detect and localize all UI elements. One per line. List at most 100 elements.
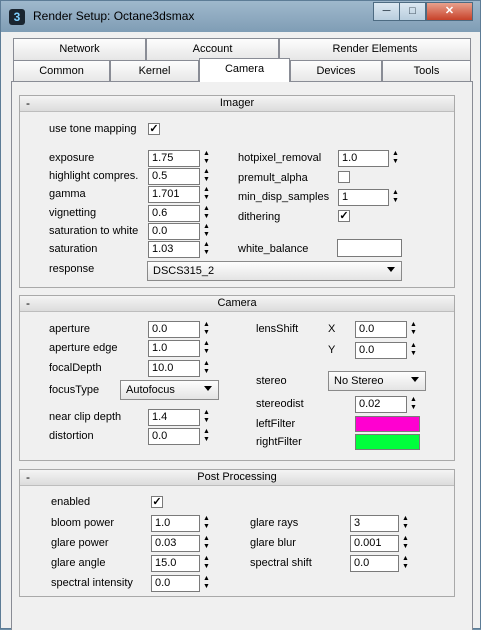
enabled-checkbox[interactable]: ✓ bbox=[151, 496, 163, 508]
stereo-dropdown[interactable]: No Stereo bbox=[328, 371, 426, 391]
spinner-arrows-icon[interactable]: ▲ ▼ bbox=[201, 186, 212, 203]
tab-common[interactable]: Common bbox=[13, 60, 110, 82]
aperture-edge-spinner[interactable]: 1.0 ▲ ▼ bbox=[148, 340, 210, 357]
focal-depth-label: focalDepth bbox=[49, 362, 102, 374]
near-clip-depth-label: near clip depth bbox=[49, 411, 122, 423]
highlight-compres-label: highlight compres. bbox=[49, 170, 139, 182]
spinner-arrows-icon[interactable]: ▲ ▼ bbox=[408, 321, 419, 338]
hotpixel-removal-spinner[interactable]: 1.0 ▲ ▼ bbox=[338, 150, 399, 167]
spectral-shift-label: spectral shift bbox=[250, 557, 312, 569]
spinner-arrows-icon[interactable]: ▲ ▼ bbox=[201, 409, 212, 426]
spinner-arrows-icon[interactable]: ▲ ▼ bbox=[201, 340, 212, 357]
spinner-arrows-icon[interactable]: ▲ ▼ bbox=[201, 150, 212, 167]
camera-rollout-header[interactable]: - Camera bbox=[20, 296, 454, 312]
saturation-to-white-spinner[interactable]: 0.0 ▲ ▼ bbox=[148, 223, 210, 240]
left-filter-color-swatch[interactable] bbox=[355, 416, 420, 432]
spinner-arrows-icon[interactable]: ▲ ▼ bbox=[408, 342, 419, 359]
highlight-compres-spinner[interactable]: 0.5 ▲ ▼ bbox=[148, 168, 210, 185]
spinner-arrows-icon[interactable]: ▲ ▼ bbox=[201, 205, 212, 222]
use-tone-mapping-checkbox[interactable]: ✓ bbox=[148, 123, 160, 135]
spinner-arrows-icon[interactable]: ▲ ▼ bbox=[201, 360, 212, 377]
close-icon: ✕ bbox=[444, 5, 455, 17]
glare-power-spinner[interactable]: 0.03 ▲ ▼ bbox=[151, 535, 210, 552]
spinner-arrows-icon[interactable]: ▲ ▼ bbox=[201, 535, 212, 552]
minimize-button[interactable]: ─ bbox=[373, 2, 400, 21]
min-disp-samples-label: min_disp_samples bbox=[238, 191, 330, 203]
focus-type-dropdown[interactable]: Autofocus bbox=[120, 380, 219, 400]
spinner-arrows-icon[interactable]: ▲ ▼ bbox=[201, 223, 212, 240]
exposure-label: exposure bbox=[49, 152, 95, 164]
glare-angle-spinner[interactable]: 15.0 ▲ ▼ bbox=[151, 555, 210, 572]
tab-kernel[interactable]: Kernel bbox=[110, 60, 199, 82]
premult-alpha-label: premult_alpha bbox=[238, 172, 308, 184]
left-filter-label: leftFilter bbox=[256, 418, 296, 430]
camera-title: Camera bbox=[217, 297, 257, 309]
tab-account[interactable]: Account bbox=[146, 38, 279, 60]
lens-shift-y-label: Y bbox=[328, 344, 336, 356]
min-disp-samples-spinner[interactable]: 1 ▲ ▼ bbox=[338, 189, 399, 206]
tab-network[interactable]: Network bbox=[13, 38, 146, 60]
enabled-label: enabled bbox=[51, 496, 91, 508]
focal-depth-spinner[interactable]: 10.0 ▲ ▼ bbox=[148, 360, 210, 377]
saturation-spinner[interactable]: 1.03 ▲ ▼ bbox=[148, 241, 210, 258]
close-button[interactable]: ✕ bbox=[426, 2, 473, 21]
use-tone-mapping-label: use tone mapping bbox=[49, 123, 137, 135]
spinner-arrows-icon[interactable]: ▲ ▼ bbox=[390, 150, 401, 167]
spinner-arrows-icon[interactable]: ▲ ▼ bbox=[201, 515, 212, 532]
window-title: Render Setup: Octane3dsmax bbox=[33, 9, 195, 23]
focus-type-label: focusType bbox=[49, 384, 100, 396]
exposure-spinner[interactable]: 1.75 ▲ ▼ bbox=[148, 150, 210, 167]
glare-power-label: glare power bbox=[51, 537, 109, 549]
gamma-spinner[interactable]: 1.701 ▲ ▼ bbox=[148, 186, 210, 203]
distortion-label: distortion bbox=[49, 430, 94, 442]
spinner-arrows-icon[interactable]: ▲ ▼ bbox=[408, 396, 419, 413]
3dsmax-app-icon: 3 bbox=[9, 9, 25, 25]
post-processing-rollout-header[interactable]: - Post Processing bbox=[20, 470, 454, 486]
chevron-down-icon bbox=[387, 267, 395, 272]
glare-blur-spinner[interactable]: 0.001 ▲ ▼ bbox=[350, 535, 409, 552]
stereo-label: stereo bbox=[256, 375, 287, 387]
spinner-arrows-icon[interactable]: ▲ ▼ bbox=[201, 168, 212, 185]
spinner-arrows-icon[interactable]: ▲ ▼ bbox=[201, 575, 212, 592]
lens-shift-x-spinner[interactable]: 0.0 ▲ ▼ bbox=[355, 321, 417, 338]
aperture-spinner[interactable]: 0.0 ▲ ▼ bbox=[148, 321, 210, 338]
right-filter-label: rightFilter bbox=[256, 436, 302, 448]
white-balance-color-swatch[interactable] bbox=[337, 239, 402, 257]
dithering-checkbox[interactable]: ✓ bbox=[338, 210, 350, 222]
title-bar[interactable]: 3 Render Setup: Octane3dsmax ─ □ ✕ bbox=[1, 1, 480, 32]
hotpixel-removal-label: hotpixel_removal bbox=[238, 152, 322, 164]
stereodist-spinner[interactable]: 0.02 ▲ ▼ bbox=[355, 396, 417, 413]
gamma-label: gamma bbox=[49, 188, 86, 200]
spinner-arrows-icon[interactable]: ▲ ▼ bbox=[201, 555, 212, 572]
premult-alpha-checkbox[interactable] bbox=[338, 171, 350, 183]
stereodist-label: stereodist bbox=[256, 398, 304, 410]
distortion-spinner[interactable]: 0.0 ▲ ▼ bbox=[148, 428, 210, 445]
tab-camera[interactable]: Camera bbox=[199, 58, 290, 82]
spectral-intensity-label: spectral intensity bbox=[51, 577, 133, 589]
spectral-shift-spinner[interactable]: 0.0 ▲ ▼ bbox=[350, 555, 409, 572]
tab-render-elements[interactable]: Render Elements bbox=[279, 38, 471, 60]
spinner-arrows-icon[interactable]: ▲ ▼ bbox=[400, 555, 411, 572]
response-label: response bbox=[49, 263, 95, 275]
spinner-arrows-icon[interactable]: ▲ ▼ bbox=[390, 189, 401, 206]
maximize-button[interactable]: □ bbox=[399, 2, 426, 21]
tab-devices[interactable]: Devices bbox=[290, 60, 382, 82]
near-clip-depth-spinner[interactable]: 1.4 ▲ ▼ bbox=[148, 409, 210, 426]
spinner-arrows-icon[interactable]: ▲ ▼ bbox=[201, 321, 212, 338]
spinner-arrows-icon[interactable]: ▲ ▼ bbox=[201, 428, 212, 445]
tab-tools[interactable]: Tools bbox=[382, 60, 471, 82]
lens-shift-y-spinner[interactable]: 0.0 ▲ ▼ bbox=[355, 342, 417, 359]
bloom-power-spinner[interactable]: 1.0 ▲ ▼ bbox=[151, 515, 210, 532]
lens-shift-x-label: X bbox=[328, 323, 336, 335]
spinner-arrows-icon[interactable]: ▲ ▼ bbox=[201, 241, 212, 258]
spectral-intensity-spinner[interactable]: 0.0 ▲ ▼ bbox=[151, 575, 210, 592]
spinner-arrows-icon[interactable]: ▲ ▼ bbox=[400, 515, 411, 532]
response-dropdown[interactable]: DSCS315_2 bbox=[147, 261, 402, 281]
imager-rollout-header[interactable]: - Imager bbox=[20, 96, 454, 112]
vignetting-spinner[interactable]: 0.6 ▲ ▼ bbox=[148, 205, 210, 222]
right-filter-color-swatch[interactable] bbox=[355, 434, 420, 450]
glare-rays-label: glare rays bbox=[250, 517, 299, 529]
glare-rays-spinner[interactable]: 3 ▲ ▼ bbox=[350, 515, 409, 532]
spinner-arrows-icon[interactable]: ▲ ▼ bbox=[400, 535, 411, 552]
saturation-label: saturation bbox=[49, 243, 98, 255]
